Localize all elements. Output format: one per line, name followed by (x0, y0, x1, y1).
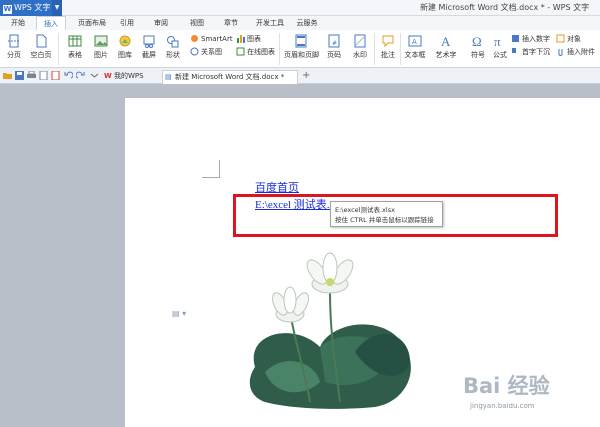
smartart-button[interactable]: SmartArt (190, 34, 233, 44)
tab-references[interactable]: 引用 (114, 16, 140, 30)
shapes-icon (167, 36, 179, 48)
online-chart-icon (236, 47, 245, 56)
lotus-leaves (249, 324, 411, 409)
baidu-watermark-url: jingyan.baidu.com (470, 402, 535, 410)
gallery-button[interactable]: 图库 (114, 34, 136, 60)
pi-icon: π (494, 34, 501, 48)
print-preview-icon[interactable] (39, 71, 48, 80)
formula-button[interactable]: π 公式 (491, 34, 509, 60)
screenshot-button[interactable]: 截屏 (138, 34, 160, 60)
page-number-button[interactable]: # 页码 (322, 34, 346, 60)
highlight-box (233, 194, 558, 237)
drop-cap-button[interactable]: 首字下沉 (511, 47, 550, 57)
page-break-icon (8, 34, 20, 48)
watermark-icon (354, 34, 366, 48)
tab-developer[interactable]: 开发工具 (252, 16, 288, 30)
page-break-button[interactable]: 分页 (4, 34, 24, 60)
undo-icon[interactable] (64, 71, 73, 80)
online-chart-button[interactable]: 在线图表 (236, 47, 275, 57)
chart-button[interactable]: 图表 (236, 34, 261, 44)
relation-diagram-button[interactable]: 关系图 (190, 47, 222, 57)
svg-text:#: # (332, 40, 337, 47)
gallery-icon (119, 35, 131, 47)
tab-active-document[interactable]: ▤ 新建 Microsoft Word 文档.docx * (162, 70, 298, 84)
new-tab-button[interactable]: + (302, 70, 310, 81)
tab-cloud[interactable]: 云服务 (292, 16, 322, 30)
save-icon[interactable] (15, 71, 24, 80)
number-icon (512, 35, 519, 42)
ribbon-insert: 分页 空白页 表格 图片 图库 截屏 形状 SmartArt 图表 关系图 在线… (0, 30, 600, 68)
page-number-icon: # (328, 34, 340, 48)
redo-icon[interactable] (76, 71, 85, 80)
paragraph-anchor-icon[interactable]: ▤ ▾ (172, 309, 186, 318)
symbol-button[interactable]: Ω 符号 (466, 34, 490, 60)
hyperlink-baidu[interactable]: 百度首页 (255, 179, 299, 195)
export-icon[interactable] (51, 71, 60, 80)
wps-logo-icon: W (104, 72, 112, 80)
tab-insert[interactable]: 插入 (36, 16, 66, 30)
table-button[interactable]: 表格 (64, 34, 86, 60)
chevron-down-icon[interactable]: ▼ (52, 0, 62, 16)
tab-my-wps[interactable]: W 我的WPS (102, 70, 160, 84)
tab-view[interactable]: 视图 (184, 16, 210, 30)
textbox-icon: A (408, 35, 422, 47)
app-menu-button[interactable]: W WPS 文字 ▼ (0, 0, 62, 16)
window-title: 新建 Microsoft Word 文档.docx * - WPS 文字 (420, 3, 590, 12)
tab-review[interactable]: 审阅 (148, 16, 174, 30)
paperclip-icon (558, 49, 563, 56)
insert-number-button[interactable]: 插入数字 (511, 34, 550, 44)
lotus-flower-left (272, 286, 309, 323)
menu-tabs: 开始 插入 页面布局 引用 审阅 视图 章节 开发工具 云服务 (0, 16, 600, 30)
comment-icon (382, 35, 394, 48)
tab-page-layout[interactable]: 页面布局 (74, 16, 110, 30)
ribbon-divider (400, 33, 401, 65)
ribbon-divider (374, 33, 375, 65)
title-bar: W WPS 文字 ▼ 新建 Microsoft Word 文档.docx * - … (0, 0, 600, 16)
svg-text:A: A (441, 34, 451, 48)
insert-attachment-button[interactable]: 插入附件 (556, 47, 595, 57)
object-icon (556, 34, 565, 43)
tab-section[interactable]: 章节 (218, 16, 244, 30)
wordart-button[interactable]: A 艺术字 (430, 34, 462, 60)
blank-page-icon (36, 34, 47, 48)
shapes-button[interactable]: 形状 (162, 34, 184, 60)
chevron-down-icon[interactable] (90, 71, 99, 80)
textbox-button[interactable]: A 文本框 (402, 34, 428, 60)
lotus-flower-right (306, 252, 354, 294)
print-icon[interactable] (27, 71, 36, 80)
wps-logo-icon: W (3, 5, 12, 14)
comment-button[interactable]: 批注 (378, 34, 398, 60)
picture-button[interactable]: 图片 (90, 34, 112, 60)
blank-page-button[interactable]: 空白页 (28, 34, 54, 60)
document-tab-bar: W 我的WPS ▤ 新建 Microsoft Word 文档.docx * + (0, 68, 600, 84)
svg-text:Ω: Ω (472, 34, 482, 48)
drop-cap-icon (512, 48, 516, 53)
object-button[interactable]: 对象 (556, 34, 581, 44)
document-icon: ▤ (165, 73, 172, 81)
ribbon-divider (58, 33, 59, 65)
svg-text:π: π (494, 34, 501, 48)
tab-home[interactable]: 开始 (4, 16, 32, 30)
margin-marker (202, 160, 220, 178)
svg-text:A: A (412, 38, 417, 46)
watermark-button[interactable]: 水印 (348, 34, 372, 60)
smartart-icon (191, 35, 198, 42)
relation-icon (190, 47, 199, 56)
baidu-watermark-logo: Bai 经验 (463, 374, 550, 398)
open-folder-icon[interactable] (3, 71, 12, 80)
app-name: WPS 文字 (14, 3, 51, 12)
bar-chart-icon (237, 35, 245, 43)
header-footer-button[interactable]: 页眉和页脚 (284, 34, 319, 60)
omega-icon: Ω (472, 34, 482, 48)
wordart-icon: A (441, 34, 451, 48)
table-icon (68, 35, 82, 47)
header-footer-icon (295, 34, 307, 48)
picture-icon (94, 35, 108, 47)
lotus-image[interactable] (235, 252, 420, 410)
scissors-icon (143, 35, 155, 48)
ribbon-divider (279, 33, 280, 65)
